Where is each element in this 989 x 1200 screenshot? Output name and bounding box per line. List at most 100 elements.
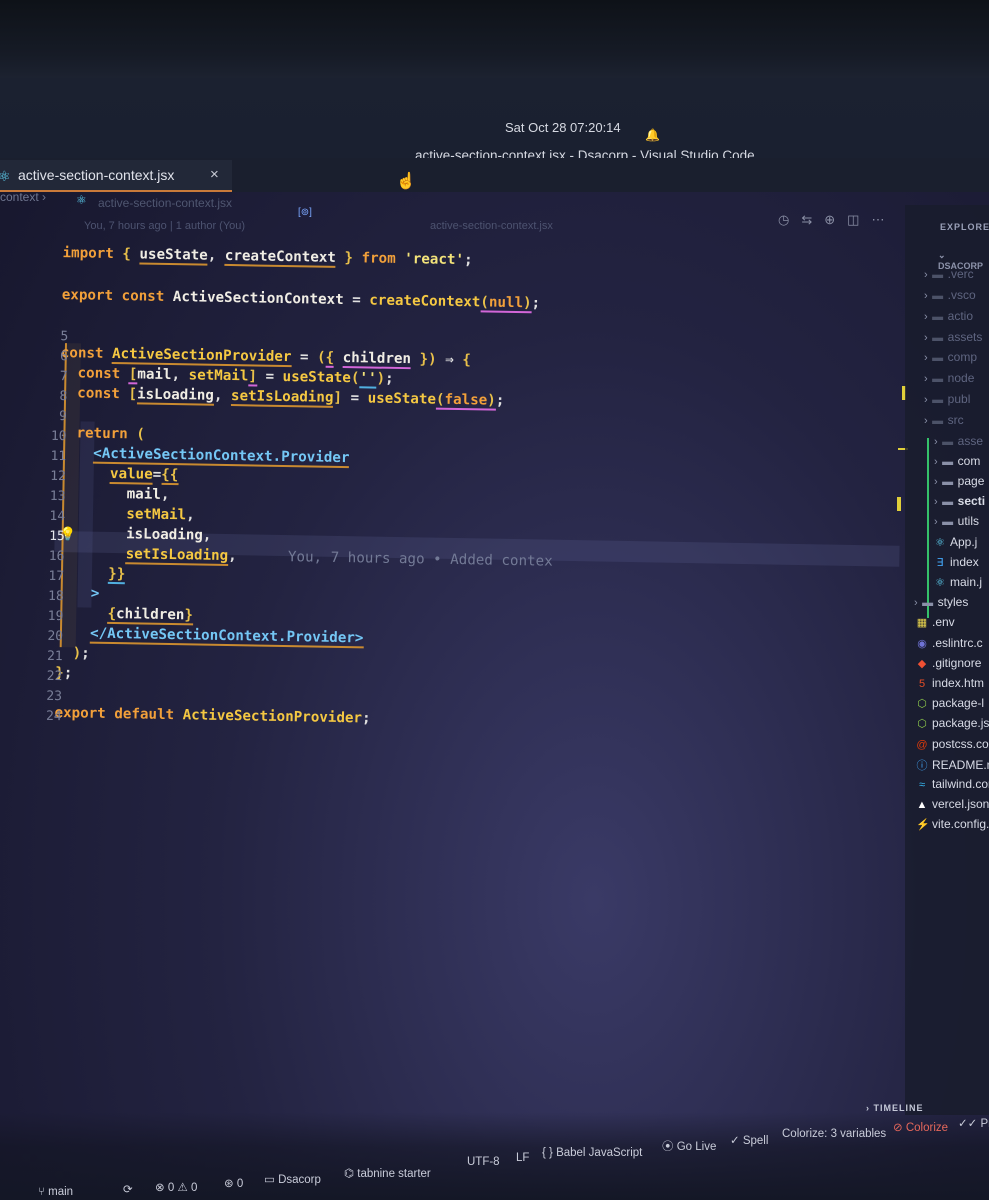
explorer-item[interactable]: › ▬ utils: [934, 514, 979, 528]
status-colorize-count[interactable]: Colorize: 3 variables: [782, 1128, 886, 1140]
tab-active-section-context[interactable]: ⚛ active-section-context.jsx ×: [0, 160, 232, 192]
explorer-item[interactable]: › ▬ styles: [914, 595, 968, 609]
explorer-item[interactable]: › ▬ actio: [924, 309, 973, 323]
status-language[interactable]: { } Babel JavaScript: [542, 1147, 642, 1159]
explorer-item[interactable]: › ▬ src: [924, 413, 964, 427]
explorer-item[interactable]: 5 index.htm: [916, 676, 984, 690]
compare-icon[interactable]: ⇆: [801, 212, 824, 227]
line-number: 21: [46, 648, 63, 665]
history-icon[interactable]: ◷: [778, 212, 801, 227]
chevron-right-icon[interactable]: ›: [924, 373, 928, 385]
git-icon: ◆: [917, 657, 927, 670]
explorer-item[interactable]: › ▬ .vsco: [924, 288, 976, 302]
chevron-right-icon[interactable]: ›: [924, 394, 928, 406]
explorer-item-label: .env: [932, 615, 955, 630]
explorer-item-label: secti: [957, 494, 986, 509]
code-line: 14 isLoading,: [0, 492, 211, 544]
chevron-right-icon[interactable]: ›: [934, 496, 938, 508]
chevron-right-icon[interactable]: ›: [934, 516, 938, 528]
postcss-icon: @: [916, 738, 928, 751]
editor-toolbar[interactable]: ◷⇆⊕◫⋯: [778, 212, 896, 228]
status-eol[interactable]: LF: [516, 1152, 529, 1164]
explorer-item[interactable]: ▲ vercel.json: [916, 797, 989, 811]
explorer-item-label: App.j: [950, 534, 978, 549]
explorer-item[interactable]: ⚡vite.config.js: [916, 817, 989, 831]
status-branch[interactable]: ⑂ main: [38, 1186, 73, 1198]
explorer-item[interactable]: ⚛ main.j: [934, 575, 982, 589]
monitor-bezel: [0, 0, 989, 78]
code-line: 22: [0, 652, 63, 684]
line-number: 13: [49, 488, 66, 505]
explorer-item[interactable]: › ▬ page: [934, 474, 984, 488]
explorer-item-label: publ: [947, 392, 971, 406]
code-line: 18 {children}: [0, 572, 194, 626]
explorer-item-label: README.m: [932, 757, 989, 772]
chevron-right-icon[interactable]: ›: [924, 311, 928, 323]
css-icon: ∃: [936, 556, 944, 569]
chevron-right-icon[interactable]: ›: [934, 476, 938, 488]
status-tabnine[interactable]: ⌬ tabnine starter: [344, 1166, 431, 1180]
split-editor-icon[interactable]: ◫: [847, 212, 871, 227]
explorer-item[interactable]: › ▬ .verc: [924, 267, 974, 281]
explorer-item-label: .gitignore: [932, 655, 982, 670]
chevron-right-icon[interactable]: ›: [924, 352, 928, 364]
git-blame-annotation[interactable]: You, 7 hours ago • Added contex: [288, 549, 553, 570]
status-colorize[interactable]: ⊘ Colorize: [893, 1120, 948, 1134]
bell-icon[interactable]: 🔔: [645, 128, 660, 142]
explorer-item-label: package-l: [932, 696, 985, 711]
chevron-right-icon[interactable]: ›: [924, 269, 928, 281]
code-line: 15 setIsLoading, You, 7 hours ago • Adde…: [0, 512, 553, 570]
status-problems[interactable]: ⊗ 0 ⚠ 0: [155, 1180, 197, 1194]
line-number: 17: [48, 568, 65, 585]
explorer-item[interactable]: › ▬ secti: [934, 494, 985, 508]
status-golive[interactable]: ⦿ Go Live: [662, 1138, 716, 1154]
more-icon[interactable]: ⋯: [871, 212, 896, 227]
explorer-item-label: tailwind.cor: [932, 777, 989, 791]
system-clock[interactable]: Sat Oct 28 07:20:14: [505, 120, 621, 135]
status-prettier[interactable]: ✓✓ Pre: [958, 1116, 989, 1130]
explorer-item[interactable]: ◆ .gitignore: [916, 655, 982, 670]
chevron-right-icon[interactable]: ›: [924, 415, 928, 427]
explorer-item[interactable]: › ▬ node: [924, 371, 974, 385]
explorer-item[interactable]: › ▬ publ: [924, 392, 970, 406]
explorer-item[interactable]: › ▬ asse: [934, 434, 983, 448]
explorer-item[interactable]: ⓘ README.m: [916, 757, 989, 773]
breadcrumb-folder[interactable]: context: [0, 190, 39, 204]
explorer-item[interactable]: ⬡ package-l: [916, 696, 984, 710]
explorer-item[interactable]: ◉ .eslintrc.c: [916, 636, 983, 650]
folder-icon: ▬: [942, 455, 954, 468]
explorer-item[interactable]: › ▬ assets: [924, 330, 982, 344]
line-number: 12: [50, 468, 66, 485]
explorer-item[interactable]: ⬡ package.js: [916, 716, 989, 730]
code-line: 23 export default ActiveSectionProvider;: [0, 672, 370, 727]
explorer-item[interactable]: ⚛ App.j: [934, 535, 977, 549]
explorer-item[interactable]: ▦ .env: [916, 615, 955, 629]
code-line: 7 const [isLoading, setIsLoading] = useS…: [0, 352, 504, 411]
status-workspace[interactable]: ▭ Dsacorp: [264, 1172, 321, 1186]
preview-icon[interactable]: ⊕: [824, 212, 847, 227]
explorer-item[interactable]: ∃ index: [934, 555, 979, 569]
line-number: 23: [46, 688, 63, 705]
chevron-right-icon[interactable]: ›: [924, 290, 928, 302]
tab-label: active-section-context.jsx: [18, 167, 175, 183]
close-icon[interactable]: ×: [210, 166, 219, 183]
explorer-item[interactable]: ≈ tailwind.cor: [916, 777, 989, 791]
explorer-item[interactable]: › ▬ comp: [924, 350, 977, 364]
hand-cursor-icon: ☝: [396, 173, 416, 190]
status-ports[interactable]: ⊛ 0: [224, 1176, 243, 1190]
explorer-item[interactable]: @ postcss.cor: [916, 737, 989, 751]
node-icon: ⬡: [917, 718, 927, 731]
status-spell[interactable]: ✓ Spell: [730, 1133, 768, 1147]
explorer-item-label: index: [950, 554, 979, 569]
chevron-right-icon[interactable]: ›: [934, 436, 938, 448]
breadcrumb[interactable]: context ›: [0, 190, 46, 204]
explorer-item[interactable]: › ▬ com: [934, 454, 980, 468]
sync-icon[interactable]: ⟳: [123, 1182, 133, 1196]
git-added-indicator: [927, 438, 929, 618]
codelens-author[interactable]: You, 7 hours ago | 1 author (You): [84, 220, 245, 232]
breadcrumb-file[interactable]: active-section-context.jsx: [98, 196, 232, 210]
status-encoding[interactable]: UTF-8: [467, 1156, 500, 1168]
chevron-right-icon[interactable]: ›: [914, 597, 918, 609]
chevron-right-icon[interactable]: ›: [934, 456, 938, 468]
chevron-right-icon[interactable]: ›: [924, 332, 928, 344]
